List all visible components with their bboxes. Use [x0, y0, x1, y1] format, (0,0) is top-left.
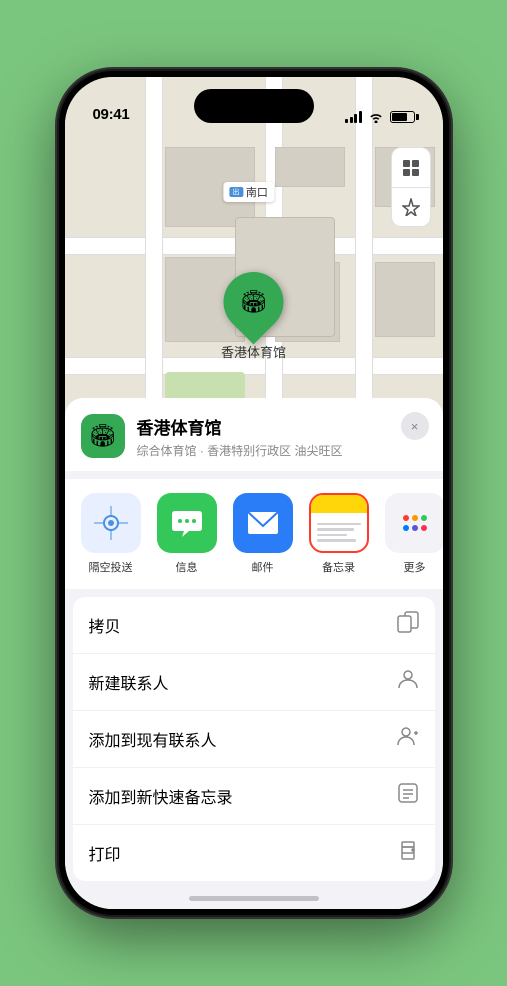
action-list: 拷贝 新建联系人 — [73, 597, 435, 881]
action-copy[interactable]: 拷贝 — [73, 597, 435, 654]
place-address: 综合体育馆 · 香港特别行政区 油尖旺区 — [137, 442, 427, 459]
wifi-icon — [368, 111, 384, 123]
signal-icon — [345, 111, 362, 123]
action-add-contact[interactable]: 添加到现有联系人 — [73, 711, 435, 768]
place-logo: 🏟 — [81, 414, 125, 458]
copy-icon — [397, 611, 419, 639]
phone-screen: 09:41 — [65, 77, 443, 909]
pin-label: 香港体育馆 — [221, 342, 286, 361]
place-name: 香港体育馆 — [137, 414, 427, 439]
mail-label: 邮件 — [252, 559, 274, 575]
share-item-airdrop[interactable]: 隔空投送 — [81, 493, 141, 575]
location-button[interactable] — [391, 187, 431, 227]
map-label: 出 南口 — [223, 182, 274, 202]
airdrop-icon — [81, 493, 141, 553]
share-item-more[interactable]: 更多 — [385, 493, 443, 575]
map-controls — [391, 147, 431, 227]
bottom-sheet: 🏟 香港体育馆 综合体育馆 · 香港特别行政区 油尖旺区 × — [65, 398, 443, 909]
share-row: 隔空投送 信息 — [65, 479, 443, 589]
phone-frame: 09:41 — [59, 71, 449, 915]
messages-icon — [157, 493, 217, 553]
action-quick-note[interactable]: 添加到新快速备忘录 — [73, 768, 435, 825]
airdrop-label: 隔空投送 — [89, 559, 133, 575]
location-pin: 🏟 香港体育馆 — [221, 272, 286, 361]
notes-icon — [309, 493, 369, 553]
map-label-text: 南口 — [246, 184, 268, 200]
notes-label: 备忘录 — [322, 559, 355, 575]
print-icon — [397, 839, 419, 867]
more-icon — [385, 493, 443, 553]
mail-icon — [233, 493, 293, 553]
action-print[interactable]: 打印 — [73, 825, 435, 881]
share-item-messages[interactable]: 信息 — [157, 493, 217, 575]
action-new-contact[interactable]: 新建联系人 — [73, 654, 435, 711]
person-icon — [397, 668, 419, 696]
battery-fill — [392, 113, 408, 121]
battery-icon — [390, 111, 415, 123]
action-copy-label: 拷贝 — [89, 613, 121, 637]
more-label: 更多 — [404, 559, 426, 575]
pin-inner: 🏟 — [240, 289, 268, 315]
dynamic-island — [194, 89, 314, 123]
person-add-icon — [397, 725, 419, 753]
action-add-contact-label: 添加到现有联系人 — [89, 727, 217, 751]
share-item-mail[interactable]: 邮件 — [233, 493, 293, 575]
messages-label: 信息 — [176, 559, 198, 575]
place-info: 🏟 香港体育馆 综合体育馆 · 香港特别行政区 油尖旺区 × — [65, 398, 443, 471]
label-icon: 出 — [229, 187, 243, 197]
place-text: 香港体育馆 综合体育馆 · 香港特别行政区 油尖旺区 — [137, 414, 427, 459]
status-time: 09:41 — [93, 106, 130, 123]
share-item-notes[interactable]: 备忘录 — [309, 493, 369, 575]
action-print-label: 打印 — [89, 841, 121, 865]
map-type-button[interactable] — [391, 147, 431, 187]
action-new-contact-label: 新建联系人 — [89, 670, 169, 694]
pin-circle: 🏟 — [211, 260, 296, 345]
close-button[interactable]: × — [401, 412, 429, 440]
note-icon — [397, 782, 419, 810]
home-indicator — [189, 896, 319, 901]
action-quick-note-label: 添加到新快速备忘录 — [89, 784, 233, 808]
status-icons — [345, 111, 415, 123]
